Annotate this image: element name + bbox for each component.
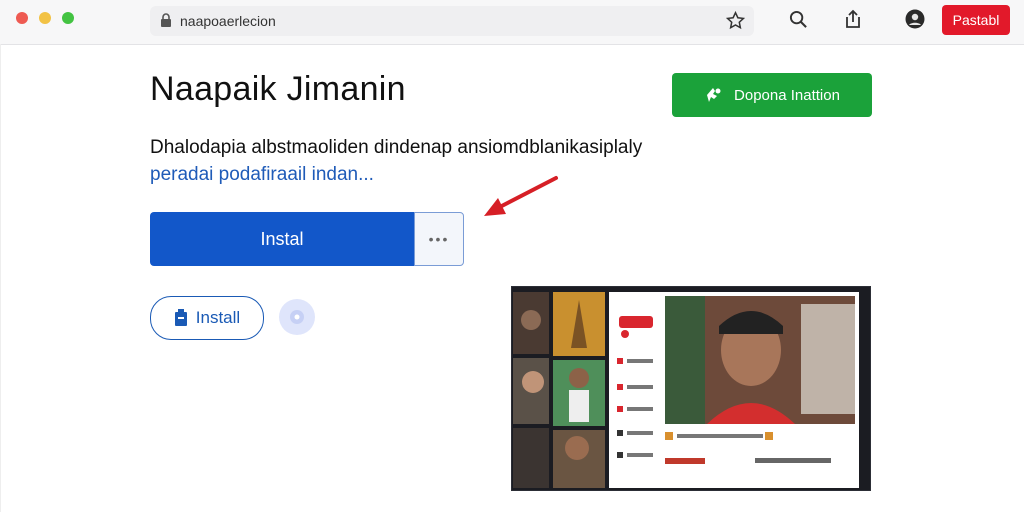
minimize-window-dot[interactable] bbox=[39, 12, 51, 24]
puzzle-icon bbox=[704, 85, 724, 105]
annotation-arrow bbox=[484, 176, 558, 216]
address-bar[interactable]: naapoaerlecion bbox=[150, 6, 754, 36]
page-title: Naapaik Jimanin bbox=[150, 70, 406, 108]
app-preview-image bbox=[511, 286, 871, 491]
cta-label: Dopona Inattion bbox=[734, 86, 840, 104]
app-preview-screenshot bbox=[511, 286, 871, 491]
description-line-1: Dhalodapia albstmaoliden dindenap ansiom… bbox=[150, 137, 643, 158]
close-window-dot[interactable] bbox=[16, 12, 28, 24]
paste-button[interactable]: Pastabl bbox=[942, 5, 1010, 35]
share-icon[interactable] bbox=[844, 9, 862, 29]
search-icon[interactable] bbox=[789, 10, 808, 29]
maximize-window-dot[interactable] bbox=[62, 12, 74, 24]
package-icon bbox=[174, 309, 188, 327]
loading-icon bbox=[279, 299, 315, 335]
more-options-button[interactable]: ••• bbox=[414, 212, 464, 266]
cta-button[interactable]: Dopona Inattion bbox=[672, 73, 872, 117]
lock-icon bbox=[160, 13, 172, 28]
profile-icon[interactable] bbox=[905, 9, 925, 29]
install-pill-button[interactable]: Install bbox=[150, 296, 264, 340]
description-link[interactable]: peradai podafiraail indan... bbox=[150, 164, 374, 186]
install-pill-label: Install bbox=[195, 308, 241, 327]
page-left-border bbox=[0, 44, 1, 512]
star-icon[interactable] bbox=[726, 11, 745, 30]
url-text: naapoaerlecion bbox=[180, 13, 276, 29]
install-split-button: Instal ••• bbox=[150, 212, 464, 266]
install-button[interactable]: Instal bbox=[150, 212, 414, 266]
browser-toolbar: naapoaerlecion Pastabl bbox=[0, 0, 1024, 45]
